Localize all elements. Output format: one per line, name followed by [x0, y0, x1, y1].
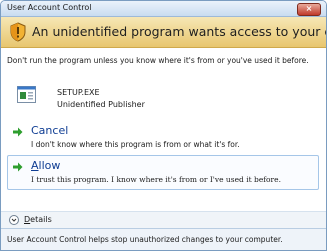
- warning-banner: An unidentified program wants access to …: [1, 17, 326, 48]
- chevron-down-icon[interactable]: [9, 215, 19, 225]
- title-bar: User Account Control ×: [1, 1, 326, 17]
- details-bar: Details: [1, 211, 326, 229]
- program-file-name: SETUP.EXE: [57, 88, 100, 97]
- allow-description: I trust this program. I know where it's …: [31, 175, 281, 184]
- cancel-description: I don't know where this program is from …: [31, 140, 240, 149]
- window-title: User Account Control: [7, 3, 92, 12]
- green-arrow-icon: [13, 127, 23, 137]
- program-publisher: Unidentified Publisher: [57, 100, 145, 109]
- details-toggle[interactable]: Details: [24, 215, 52, 224]
- allow-option[interactable]: Allow I trust this program. I know where…: [7, 155, 319, 190]
- details-label-rest: etails: [30, 215, 52, 224]
- uac-dialog: User Account Control × An unidentified p…: [0, 0, 327, 251]
- dialog-content: Don't run the program unless you know wh…: [1, 48, 326, 229]
- allow-title: Allow: [31, 159, 60, 172]
- allow-mnemonic: A: [31, 159, 39, 172]
- footer-text: User Account Control helps stop unauthor…: [7, 235, 283, 244]
- program-icon: [17, 86, 36, 103]
- close-button[interactable]: ×: [297, 3, 321, 16]
- warning-text: Don't run the program unless you know wh…: [7, 56, 309, 65]
- footer: User Account Control helps stop unauthor…: [1, 228, 326, 250]
- green-arrow-icon: [13, 162, 23, 172]
- allow-title-rest: llow: [38, 159, 61, 172]
- banner-message: An unidentified program wants access to …: [32, 24, 326, 39]
- cancel-title: Cancel: [31, 124, 69, 137]
- cancel-option[interactable]: Cancel I don't know where this program i…: [7, 120, 319, 155]
- shield-icon: [10, 22, 26, 42]
